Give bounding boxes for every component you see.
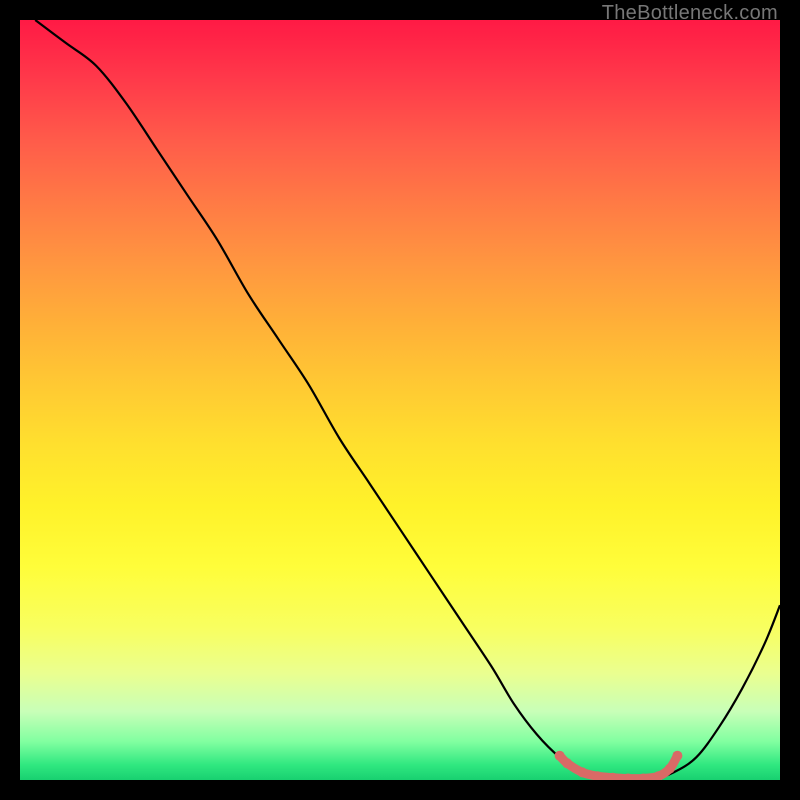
highlight-dot xyxy=(672,751,682,761)
highlight-dots xyxy=(555,751,683,780)
highlight-dot xyxy=(665,764,675,774)
highlight-dot xyxy=(555,751,565,761)
chart-container: TheBottleneck.com xyxy=(0,0,800,800)
curve-layer xyxy=(20,20,780,780)
highlight-dot xyxy=(577,767,587,777)
plot-area xyxy=(20,20,780,780)
highlight-dot xyxy=(562,758,572,768)
bottleneck-curve xyxy=(35,20,780,780)
watermark-label: TheBottleneck.com xyxy=(602,2,778,25)
